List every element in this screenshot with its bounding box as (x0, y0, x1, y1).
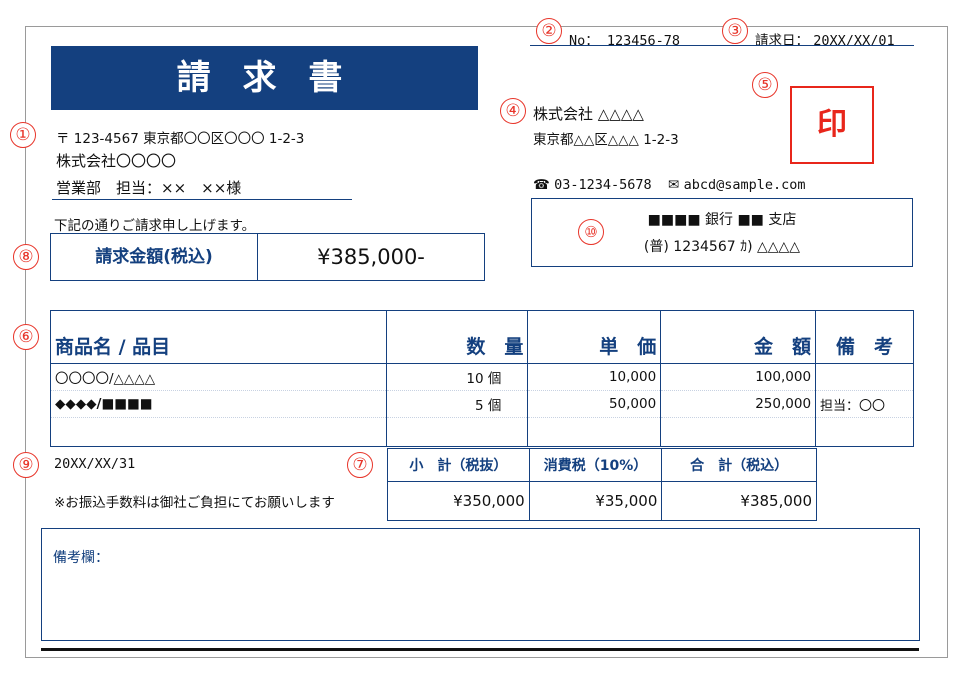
tax-label: 消費税（10%） (528, 448, 662, 482)
intro-text: 下記の通りご請求申し上げます。 (54, 218, 256, 234)
col-unit-price: 単 価 (527, 310, 661, 364)
table-row: ◆◆◆◆/■■■■ 5 個 50,000 250,000 担当：〇〇 (50, 390, 914, 418)
invoice-number: No： 123456-78 (569, 33, 681, 49)
cell-price: 10,000 (527, 363, 661, 391)
fee-note: ※お振込手数料は御社ご負担にてお願いします (54, 495, 335, 511)
notes-label: 備考欄： (53, 550, 109, 566)
cell-qty (385, 417, 528, 447)
total-label: 合 計（税込） (661, 448, 817, 482)
cell-remarks (815, 417, 914, 447)
marker-6: ⑥ (13, 324, 39, 350)
recipient-address: 〒 123-4567 東京都〇〇区〇〇〇 1-2-3 (56, 131, 305, 147)
totals-table: 小 計（税抜） 消費税（10%） 合 計（税込） ¥350,000 ¥35,00… (387, 448, 817, 521)
items-table: 商品名 / 品目 数 量 単 価 金 額 備 考 〇〇〇〇/△△△△ 10 個 … (50, 310, 914, 447)
cell-price (527, 417, 661, 447)
mail-icon: ✉ (667, 177, 680, 193)
issuer-company: 株式会社 △△△△ (533, 105, 644, 123)
totals-header-row: 小 計（税抜） 消費税（10%） 合 計（税込） (387, 448, 817, 482)
amount-value: ¥385,000- (317, 245, 425, 269)
phone-icon: ☎ (533, 177, 550, 193)
cell-remarks: 担当：〇〇 (815, 390, 914, 418)
marker-1: ① (10, 122, 36, 148)
cell-amount: 250,000 (660, 390, 816, 418)
tax-value: ¥35,000 (528, 481, 662, 521)
table-row: 〇〇〇〇/△△△△ 10 個 10,000 100,000 (50, 363, 914, 391)
invoice-title: 請 求 書 (51, 46, 478, 110)
items-header-row: 商品名 / 品目 数 量 単 価 金 額 備 考 (50, 310, 914, 364)
marker-8: ⑧ (13, 244, 39, 270)
notes-box[interactable]: 備考欄： (41, 528, 920, 641)
subtotal-label: 小 計（税抜） (387, 448, 530, 482)
company-seal: 印 (790, 86, 874, 164)
recipient-underline (52, 199, 352, 200)
col-amount: 金 額 (660, 310, 816, 364)
col-remarks: 備 考 (815, 310, 914, 364)
cell-amount (660, 417, 816, 447)
marker-9: ⑨ (13, 452, 39, 478)
issuer-contact: ☎ 03-1234-5678 ✉ abcd@sample.com (533, 177, 806, 193)
issuer-email: abcd@sample.com (683, 177, 806, 193)
marker-4: ④ (500, 98, 526, 124)
due-date: 20XX/XX/31 (54, 456, 136, 472)
subtotal-value: ¥350,000 (453, 492, 525, 510)
bottom-rule (41, 648, 919, 651)
cell-qty: 5 個 (385, 390, 528, 418)
table-row (51, 417, 914, 447)
issuer-address: 東京都△△区△△△ 1-2-3 (533, 132, 679, 148)
issuer-phone: 03-1234-5678 (554, 177, 652, 193)
cell-qty: 10 個 (385, 363, 528, 391)
marker-2: ② (536, 18, 562, 44)
amount-box: 請求金額(税込) ¥385,000- (50, 233, 485, 281)
cell-amount: 100,000 (660, 363, 816, 391)
marker-7: ⑦ (347, 452, 373, 478)
header-underline (530, 45, 914, 46)
total-value: ¥385,000 (661, 481, 817, 521)
cell-item: ◆◆◆◆/■■■■ (50, 390, 387, 418)
cell-item: 〇〇〇〇/△△△△ (50, 363, 387, 391)
cell-item (51, 418, 387, 447)
amount-label: 請求金額(税込) (51, 234, 258, 280)
invoice-date: 請求日： 20XX/XX/01 (755, 33, 895, 49)
cell-price: 50,000 (527, 390, 661, 418)
col-quantity: 数 量 (385, 310, 528, 364)
totals-value-row: ¥350,000 ¥35,000 ¥385,000 (388, 481, 817, 521)
recipient-person: 営業部 担当：×× ××様 (56, 179, 242, 197)
marker-10: ⑩ (578, 219, 604, 245)
cell-remarks (815, 363, 914, 391)
col-item-name: 商品名 / 品目 (50, 310, 387, 364)
recipient-company: 株式会社〇〇〇〇 (56, 152, 177, 170)
marker-5: ⑤ (752, 72, 778, 98)
marker-3: ③ (722, 18, 748, 44)
